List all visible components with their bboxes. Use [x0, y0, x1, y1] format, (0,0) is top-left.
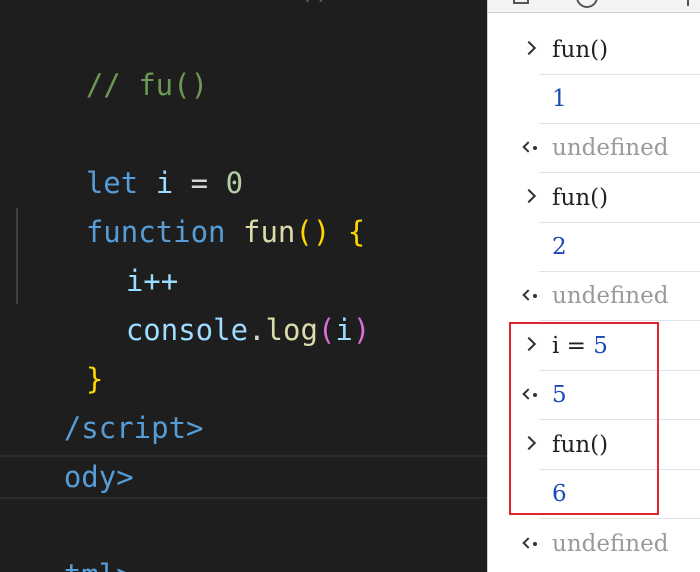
return-arrow-icon [522, 388, 538, 402]
indent-guide [16, 208, 18, 304]
paren-close: ) [352, 313, 371, 347]
input-chevron-icon [521, 336, 537, 352]
assignment-value: 5 [593, 333, 608, 359]
console-input-row: fun() [488, 421, 700, 470]
console-toolbar [488, 0, 700, 13]
console-object: console [125, 313, 249, 347]
clear-console-icon[interactable] [576, 0, 598, 8]
code-line-function: function fun() { [16, 159, 365, 249]
console-return-text: undefined [552, 531, 669, 557]
function-name: fun [243, 215, 296, 249]
html-close-tag: tml> [64, 558, 134, 572]
console-output-row: 6 [488, 470, 700, 519]
console-output-row: 1 [488, 75, 700, 124]
input-chevron-icon [521, 435, 537, 451]
code-line-let: let i = 0 [16, 110, 243, 200]
open-brace: { [347, 215, 366, 249]
devtools-console[interactable]: fun() 1 undefined fun() 2 undefined i = … [487, 0, 700, 572]
paren-open: ( [317, 313, 336, 347]
current-line-highlight [0, 455, 487, 499]
return-arrow-icon [522, 141, 538, 155]
console-return-row: undefined [488, 124, 700, 173]
code-line-script-close: /script> [0, 355, 204, 445]
console-input-row: fun() [488, 26, 700, 75]
console-output-row: 2 [488, 223, 700, 272]
comment-text: // fu() [85, 68, 209, 102]
member-dot: . [248, 313, 266, 347]
console-return-row: undefined [488, 272, 700, 321]
return-arrow-icon [522, 289, 538, 303]
console-return-value: 5 [552, 382, 567, 408]
function-parens: () [295, 215, 331, 249]
console-return-text: undefined [552, 283, 669, 309]
console-output-value: 1 [552, 86, 567, 112]
console-return-row: 5 [488, 371, 700, 420]
input-chevron-icon [521, 40, 537, 56]
console-input-text: fun() [552, 37, 609, 63]
console-return-text: undefined [552, 135, 669, 161]
console-output-value: 6 [552, 481, 567, 507]
code-line-partial: () . [0, 0, 384, 8]
code-line-increment: i++ [56, 208, 178, 298]
console-input-text: fun() [552, 185, 609, 211]
toolbar-separator-icon [687, 0, 689, 6]
sidebar-toggle-icon[interactable] [513, 0, 529, 4]
console-input-text: i = 5 [552, 322, 608, 371]
code-line-comment: // fu() [16, 12, 208, 102]
log-argument: i [335, 313, 353, 347]
input-chevron-icon [521, 188, 537, 204]
code-line-close-brace: } [16, 306, 103, 396]
code-editor[interactable]: () . // fu() let i = 0 function fun() { … [0, 0, 487, 572]
console-output-value: 2 [552, 234, 567, 260]
return-arrow-icon [522, 537, 538, 551]
console-input-row: i = 5 [488, 322, 700, 371]
code-line-console-log: console.log(i) [56, 257, 370, 347]
console-return-row: undefined [488, 520, 700, 569]
assignment-prefix: i = [552, 333, 594, 359]
console-input-text: fun() [552, 432, 609, 458]
code-line-body-close: ody> [0, 404, 134, 494]
console-input-row: fun() [488, 174, 700, 223]
log-method: log [265, 313, 318, 347]
code-line-html-close: tml> [0, 502, 134, 572]
